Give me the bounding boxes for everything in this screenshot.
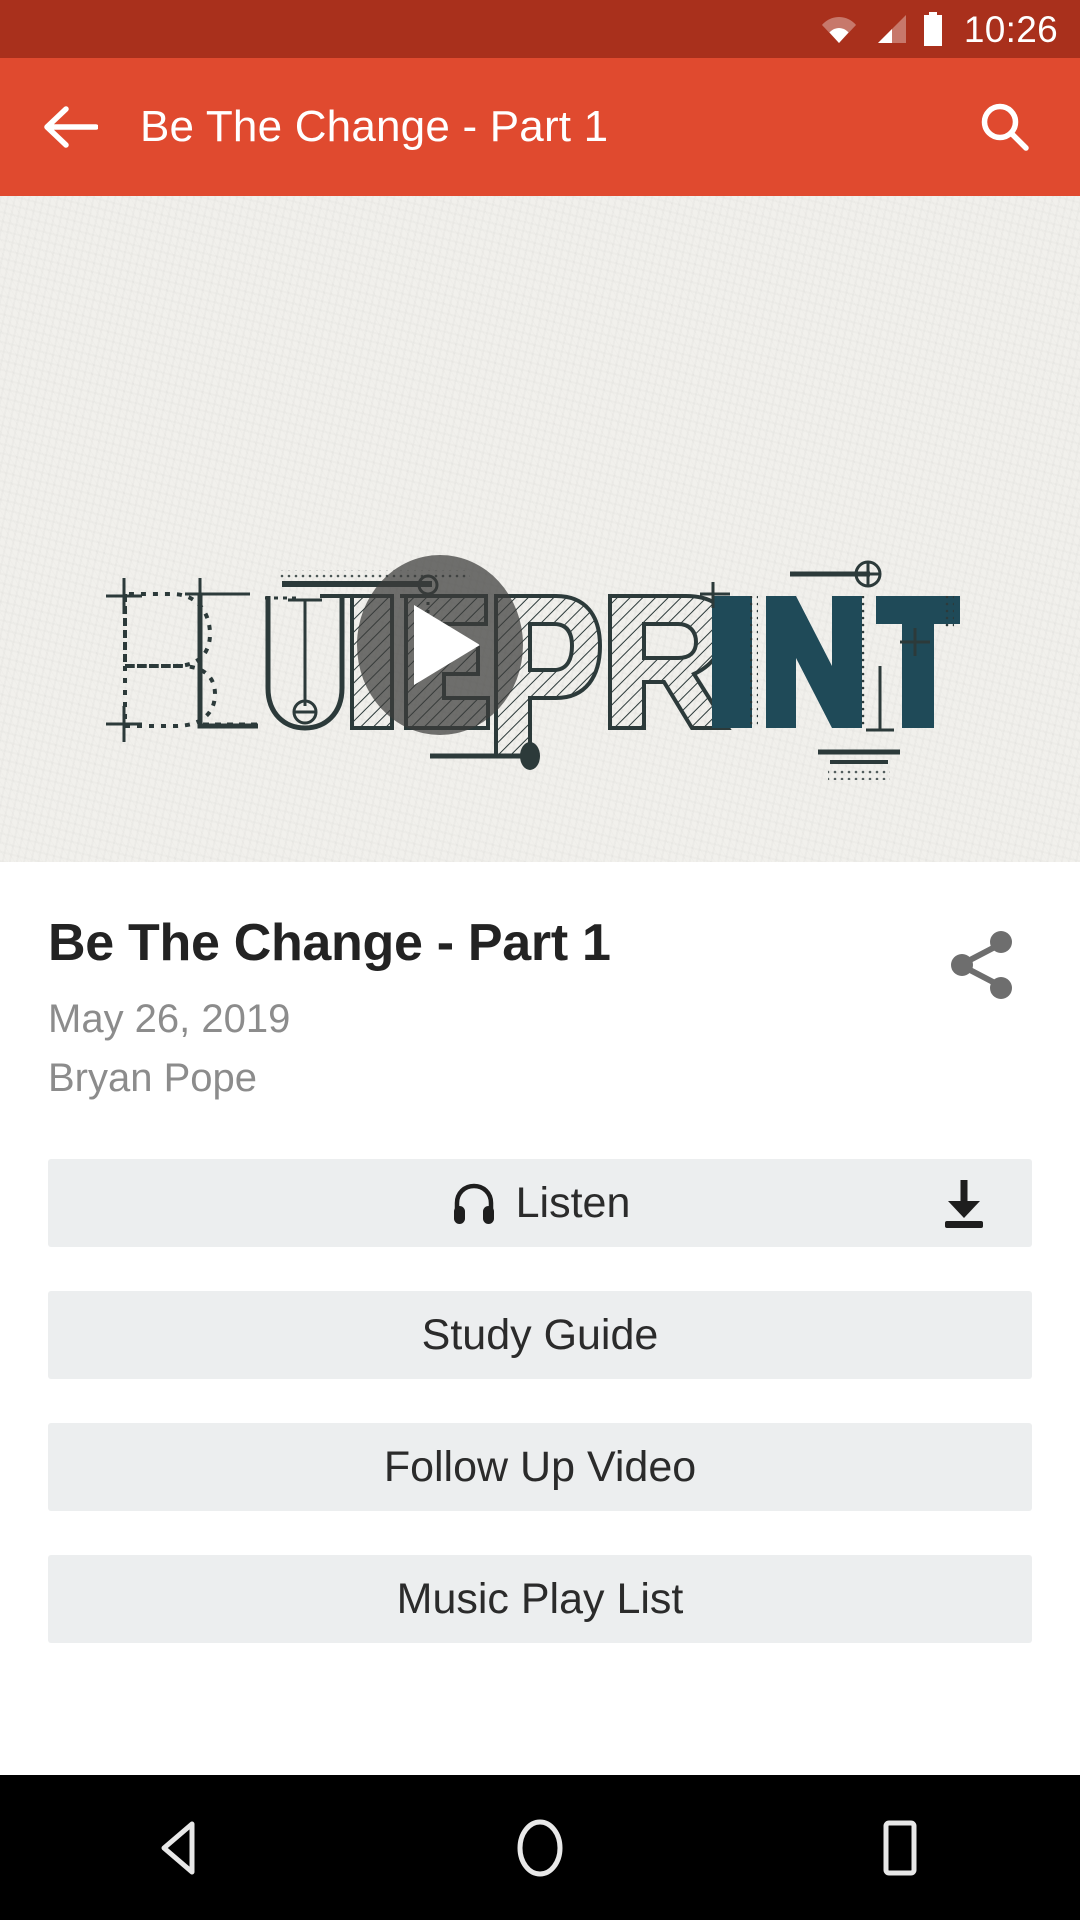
nav-recents-icon — [883, 1820, 917, 1875]
nav-back-button[interactable] — [80, 1775, 280, 1920]
nav-home-icon — [517, 1819, 563, 1876]
headphones-icon — [450, 1179, 498, 1227]
share-button[interactable] — [928, 910, 1038, 1020]
detail-content: Be The Change - Part 1 May 26, 2019 Brya… — [0, 862, 1080, 1920]
download-icon — [945, 1180, 983, 1229]
listen-button[interactable]: Listen — [48, 1159, 1032, 1248]
music-play-list-button[interactable]: Music Play List — [48, 1555, 1032, 1644]
cellular-signal-icon — [877, 15, 906, 43]
nav-home-button[interactable] — [440, 1775, 640, 1920]
study-guide-button[interactable]: Study Guide — [48, 1291, 1032, 1380]
search-button[interactable] — [930, 58, 1080, 196]
play-icon — [414, 605, 480, 685]
play-button[interactable] — [357, 555, 523, 735]
download-button[interactable] — [936, 1175, 992, 1231]
system-navigation-bar — [0, 1775, 1080, 1920]
battery-icon — [923, 12, 942, 46]
wifi-icon — [821, 17, 856, 43]
publish-date: May 26, 2019 — [48, 997, 291, 1042]
back-button[interactable] — [0, 58, 140, 196]
search-icon — [981, 103, 1029, 151]
status-bar-clock: 10:26 — [963, 8, 1058, 50]
video-meta-block: Be The Change - Part 1 May 26, 2019 Brya… — [0, 862, 1080, 1101]
page-title: Be The Change - Part 1 — [48, 914, 611, 972]
share-icon — [951, 931, 1012, 999]
status-bar: 10:26 — [0, 0, 1080, 58]
listen-button-label: Listen — [515, 1178, 631, 1227]
nav-recents-button[interactable] — [800, 1775, 1000, 1920]
action-button-list: Listen Study Guide Follow Up Video Music… — [0, 1159, 1080, 1644]
app-toolbar: Be The Change - Part 1 — [0, 58, 1080, 196]
video-thumbnail[interactable] — [0, 196, 1080, 862]
back-arrow-icon — [44, 106, 98, 148]
follow-up-video-button-label: Follow Up Video — [383, 1442, 697, 1491]
nav-back-icon — [161, 1821, 195, 1874]
phone-screen: 10:26 Be The Change - Part 1 Be The Chan… — [0, 0, 1080, 1920]
author-name: Bryan Pope — [48, 1056, 258, 1101]
music-play-list-button-label: Music Play List — [396, 1574, 684, 1623]
toolbar-title: Be The Change - Part 1 — [140, 102, 609, 151]
follow-up-video-button[interactable]: Follow Up Video — [48, 1423, 1032, 1512]
study-guide-button-label: Study Guide — [421, 1310, 659, 1359]
blueprint-wordmark-artwork — [106, 560, 960, 780]
